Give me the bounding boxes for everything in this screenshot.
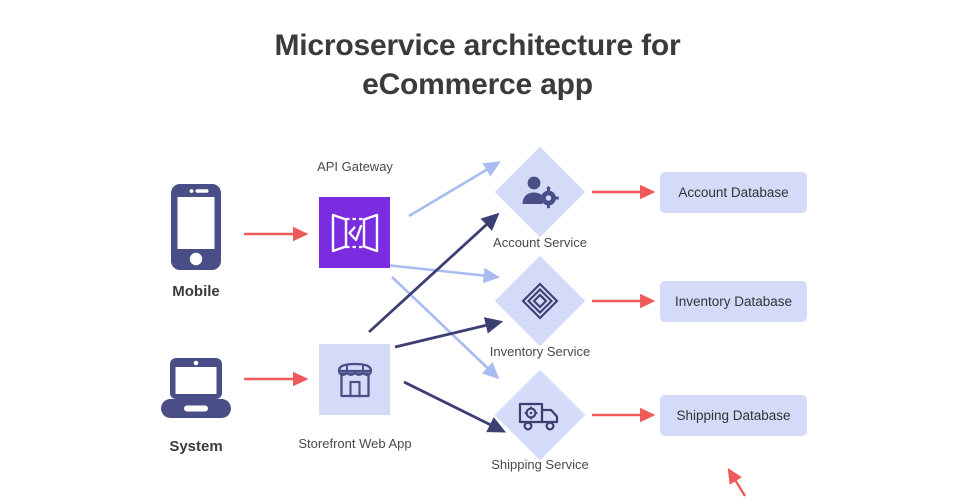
database-label-shipping: Shipping Database [676,408,791,423]
api-gateway-icon [331,213,378,252]
concentric-diamond-icon [521,282,559,320]
inventory-database-node[interactable]: Inventory Database [660,281,807,322]
arrow-clipped-bottom [727,467,747,497]
client-label-mobile: Mobile [172,283,220,300]
storefront-shop-icon [337,362,372,397]
database-label-inventory: Inventory Database [674,294,793,309]
arrow-storefront-to-shipping-service [403,380,507,433]
arrow-api-gateway-to-inventory-service [385,263,501,284]
service-label-shipping: Shipping Service [491,457,589,472]
entrypoint-label-storefront: Storefront Web App [298,436,412,451]
diagram-canvas: Microservice architecture for eCommerce … [0,0,955,500]
page-title-line-1: Microservice architecture for [274,29,681,62]
page-title-line-2: eCommerce app [362,68,593,101]
service-label-account: Account Service [493,235,587,250]
delivery-truck-icon [518,396,562,434]
storefront-web-app-node[interactable] [319,344,390,415]
arrow-api-gateway-to-shipping-service [391,276,500,380]
account-database-node[interactable]: Account Database [660,172,807,213]
mobile-phone-icon [170,183,222,271]
laptop-icon [160,357,232,419]
page-title: Microservice architecture for eCommerce … [0,26,955,104]
entrypoint-label-api-gateway: API Gateway [317,159,393,174]
service-label-inventory: Inventory Service [489,344,591,359]
client-label-system: System [169,438,223,455]
user-gear-icon [518,171,562,213]
shipping-database-node[interactable]: Shipping Database [660,395,807,436]
database-label-account: Account Database [678,185,789,200]
api-gateway-node[interactable] [319,197,390,268]
